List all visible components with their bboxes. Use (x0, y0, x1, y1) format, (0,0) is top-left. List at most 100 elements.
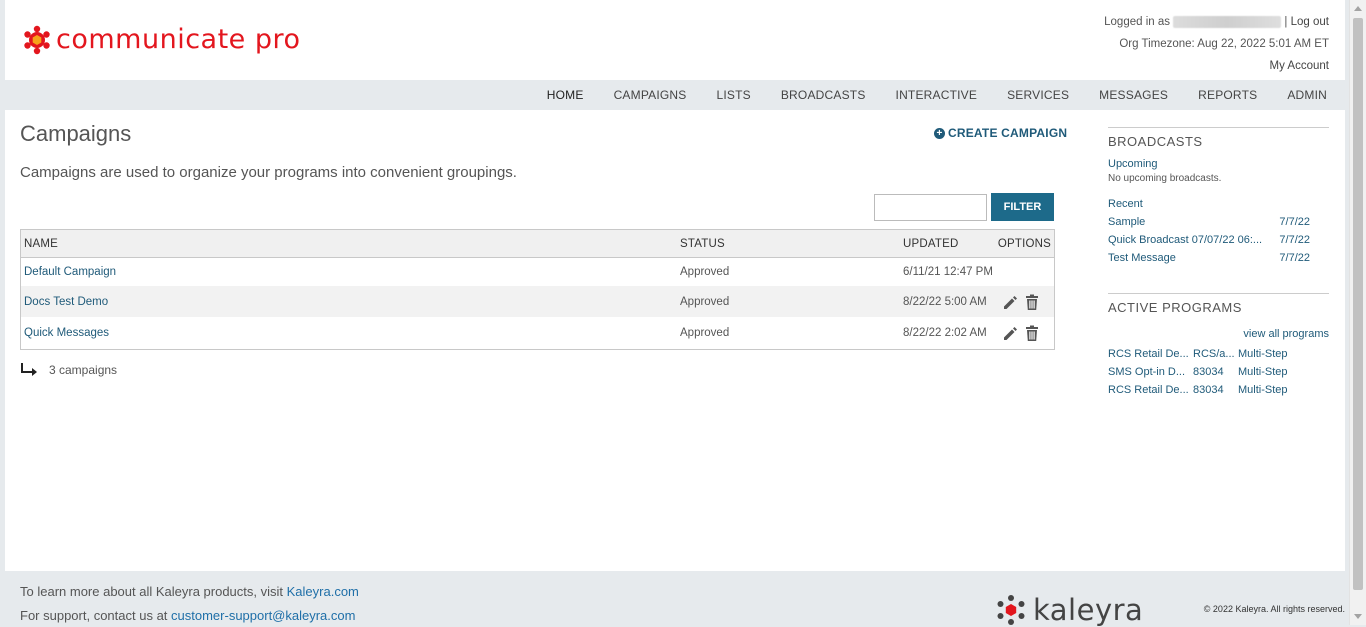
scroll-up-icon[interactable] (1354, 6, 1362, 11)
campaign-count-text: 3 campaigns (49, 363, 118, 377)
nav-interactive[interactable]: INTERACTIVE (896, 88, 978, 102)
program-type: Multi-Step (1238, 384, 1288, 396)
page-frame: communicate pro Logged in as | Log out O… (5, 0, 1345, 627)
kaleyra-wordmark: kaleyra (1033, 593, 1144, 627)
masked-username (1173, 15, 1282, 28)
col-name[interactable]: NAME (21, 238, 677, 250)
separator: | (1284, 16, 1288, 28)
broadcast-link[interactable]: Test Message (1108, 249, 1176, 267)
list-item: Test Message 7/7/22 (1108, 249, 1329, 267)
program-type: Multi-Step (1238, 348, 1288, 360)
kaleyra-link[interactable]: Kaleyra.com (287, 584, 359, 599)
recent-broadcasts: Sample 7/7/22 Quick Broadcast 07/07/22 0… (1108, 213, 1329, 267)
nav-messages[interactable]: MESSAGES (1099, 88, 1168, 102)
brand-flower-icon (24, 25, 50, 54)
footer-support: For support, contact us at customer-supp… (20, 608, 355, 623)
table-row: Quick Messages Approved 8/22/22 2:02 AM (21, 317, 1054, 349)
list-item[interactable]: SMS Opt-in D... 83034 Multi-Step (1108, 363, 1329, 381)
create-campaign-label: CREATE CAMPAIGN (948, 126, 1068, 140)
view-all-programs-link[interactable]: view all programs (1243, 328, 1329, 340)
campaigns-table: NAME STATUS UPDATED OPTIONS Default Camp… (20, 229, 1055, 350)
kaleyra-logo: kaleyra (995, 593, 1143, 627)
logged-in-label: Logged in as (1104, 16, 1171, 28)
nav-lists[interactable]: LISTS (716, 88, 750, 102)
trash-icon[interactable] (1023, 293, 1041, 311)
trash-icon[interactable] (1023, 324, 1041, 342)
broadcasts-title: BROADCASTS (1108, 134, 1203, 149)
campaign-name-link[interactable]: Quick Messages (24, 327, 109, 339)
program-name: RCS Retail De... (1108, 384, 1189, 396)
filter-input[interactable] (874, 194, 987, 221)
vertical-scrollbar[interactable] (1349, 0, 1366, 625)
program-code: RCS/a... (1193, 348, 1235, 360)
col-options: OPTIONS (997, 237, 1051, 250)
active-programs-title: ACTIVE PROGRAMS (1108, 300, 1242, 315)
broadcasts-panel: BROADCASTS Upcoming No upcoming broadcas… (1108, 127, 1329, 267)
brand-name: communicate pro (56, 24, 301, 55)
recent-label: Recent (1108, 198, 1143, 210)
my-account-link[interactable]: My Account (1270, 60, 1329, 72)
campaign-updated: 6/11/21 12:47 PM (903, 266, 993, 278)
plus-circle-icon: + (934, 127, 945, 139)
program-code: 83034 (1193, 366, 1224, 378)
filter-button[interactable]: FILTER (991, 193, 1054, 221)
pencil-icon[interactable] (1001, 293, 1019, 311)
table-header: NAME STATUS UPDATED OPTIONS (21, 230, 1054, 258)
list-item: Quick Broadcast 07/07/22 06:... 7/7/22 (1108, 231, 1329, 249)
broadcast-link[interactable]: Sample (1108, 213, 1145, 231)
scrollbar-thumb[interactable] (1353, 18, 1363, 590)
nav-admin[interactable]: ADMIN (1287, 88, 1327, 102)
pencil-icon[interactable] (1001, 324, 1019, 342)
campaign-status: Approved (680, 266, 730, 278)
campaign-updated: 8/22/22 5:00 AM (903, 295, 987, 308)
active-programs-panel: ACTIVE PROGRAMS view all programs RCS Re… (1108, 293, 1329, 399)
footer-learn-text: To learn more about all Kaleyra products… (20, 584, 284, 599)
upcoming-label: Upcoming (1108, 158, 1158, 170)
upcoming-empty: No upcoming broadcasts. (1108, 173, 1222, 184)
col-status[interactable]: STATUS (677, 238, 900, 250)
list-item: Sample 7/7/22 (1108, 213, 1329, 231)
copyright: © 2022 Kaleyra. All rights reserved. (1203, 604, 1345, 614)
page-title: Campaigns (20, 121, 132, 146)
create-campaign-link[interactable]: + CREATE CAMPAIGN (934, 126, 1067, 140)
support-email-link[interactable]: customer-support@kaleyra.com (171, 608, 355, 623)
return-arrow-icon (21, 363, 37, 376)
table-row: Docs Test Demo Approved 8/22/22 5:00 AM (21, 286, 1054, 317)
nav-broadcasts[interactable]: BROADCASTS (781, 88, 866, 102)
col-updated[interactable]: UPDATED (900, 238, 997, 250)
program-type: Multi-Step (1238, 366, 1288, 378)
nav-reports[interactable]: REPORTS (1198, 88, 1257, 102)
broadcast-date: 7/7/22 (1279, 234, 1310, 246)
org-timezone: Org Timezone: Aug 22, 2022 5:01 AM ET (1119, 38, 1329, 50)
program-code: 83034 (1193, 384, 1224, 396)
nav-home[interactable]: HOME (547, 88, 584, 102)
campaign-name-link[interactable]: Default Campaign (24, 266, 116, 278)
campaign-name-link[interactable]: Docs Test Demo (24, 296, 108, 308)
broadcast-link[interactable]: Quick Broadcast 07/07/22 06:... (1108, 231, 1262, 249)
broadcast-date: 7/7/22 (1279, 252, 1310, 264)
nav-campaigns[interactable]: CAMPAIGNS (614, 88, 687, 102)
kaleyra-mark-icon (997, 595, 1025, 625)
programs-list: RCS Retail De... RCS/a... Multi-Step SMS… (1108, 345, 1329, 399)
scroll-down-icon[interactable] (1354, 614, 1362, 619)
brand-logo[interactable]: communicate pro (22, 24, 301, 55)
program-name: RCS Retail De... (1108, 348, 1189, 360)
campaign-status: Approved (680, 327, 730, 339)
logout-link[interactable]: Log out (1291, 16, 1329, 28)
footer-learn: To learn more about all Kaleyra products… (20, 584, 359, 599)
list-item[interactable]: RCS Retail De... 83034 Multi-Step (1108, 381, 1329, 399)
page-description: Campaigns are used to organize your prog… (20, 164, 517, 181)
campaign-options (997, 293, 1054, 311)
campaign-options (997, 324, 1054, 342)
user-area: Logged in as | Log out Org Timezone: Aug… (1104, 14, 1329, 80)
table-row: Default Campaign Approved 6/11/21 12:47 … (21, 258, 1054, 286)
campaign-status: Approved (680, 295, 730, 308)
list-item[interactable]: RCS Retail De... RCS/a... Multi-Step (1108, 345, 1329, 363)
campaign-updated: 8/22/22 2:02 AM (903, 327, 987, 339)
footer-support-text: For support, contact us at (20, 608, 168, 623)
broadcast-date: 7/7/22 (1279, 216, 1310, 228)
footer: To learn more about all Kaleyra products… (5, 571, 1345, 627)
campaign-count: 3 campaigns (20, 362, 117, 378)
nav-services[interactable]: SERVICES (1007, 88, 1069, 102)
main-nav: HOME CAMPAIGNS LISTS BROADCASTS INTERACT… (5, 80, 1345, 110)
